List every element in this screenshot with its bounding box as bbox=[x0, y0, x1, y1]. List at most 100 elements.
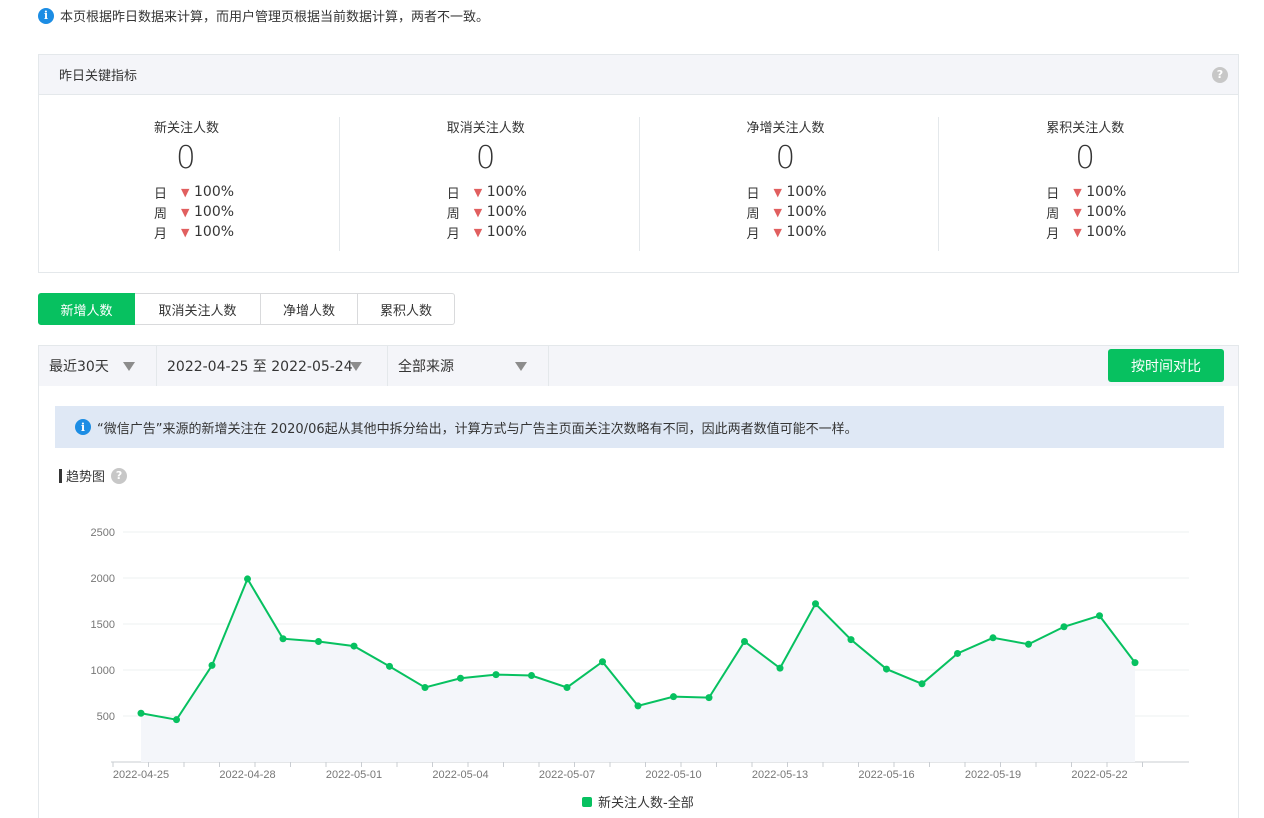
data-point bbox=[741, 637, 748, 645]
kpi-day-change: 100% bbox=[786, 184, 827, 200]
kpi-value: 0 bbox=[775, 140, 796, 176]
trend-section-title: 趋势图 ? bbox=[59, 466, 128, 485]
kpi-week-label: 周 bbox=[1046, 206, 1060, 222]
x-tick-label: 2022-05-04 bbox=[432, 769, 488, 781]
data-point bbox=[173, 716, 180, 724]
data-point bbox=[457, 674, 464, 682]
arrow-down-icon: ▼ bbox=[473, 185, 483, 199]
arrow-down-icon: ▼ bbox=[773, 185, 782, 199]
data-point bbox=[279, 635, 287, 643]
tab-net-growth[interactable]: 净增人数 bbox=[261, 293, 358, 325]
data-point bbox=[989, 634, 997, 642]
kpi-label: 累积关注人数 bbox=[1046, 121, 1125, 136]
kpi-month-label: 月 bbox=[154, 226, 168, 242]
trend-panel: 最近30天 2022-04-25 至 2022-05-24 全部来源 按时间对比… bbox=[38, 345, 1239, 818]
y-tick-label: 1500 bbox=[91, 619, 115, 631]
trend-title-text: 趋势图 bbox=[66, 470, 106, 485]
data-point bbox=[954, 649, 961, 657]
kpi-day-label: 日 bbox=[1046, 186, 1060, 202]
data-point bbox=[634, 702, 642, 710]
key-metrics-header: 昨日关键指标 ? bbox=[39, 55, 1238, 95]
help-icon[interactable]: ? bbox=[1212, 66, 1228, 83]
x-tick-label: 2022-05-01 bbox=[326, 769, 382, 781]
x-tick-label: 2022-05-22 bbox=[1071, 769, 1127, 781]
data-point bbox=[1096, 612, 1103, 620]
y-tick-label: 2500 bbox=[91, 527, 115, 539]
source-select[interactable]: 全部来源 bbox=[388, 346, 549, 386]
title-bar-marker bbox=[59, 468, 62, 483]
data-point bbox=[1060, 623, 1068, 631]
arrow-down-icon: ▼ bbox=[473, 225, 483, 239]
x-tick-label: 2022-04-28 bbox=[219, 769, 275, 781]
data-point bbox=[244, 575, 251, 583]
arrow-down-icon: ▼ bbox=[1073, 185, 1082, 199]
data-point bbox=[918, 680, 926, 688]
metric-tabs: 新增人数 取消关注人数 净增人数 累积人数 bbox=[38, 293, 455, 325]
y-tick-label: 1000 bbox=[91, 665, 115, 677]
kpi-value: 0 bbox=[176, 140, 196, 176]
data-point bbox=[386, 662, 393, 670]
tab-new-users[interactable]: 新增人数 bbox=[38, 293, 135, 325]
y-tick-label: 500 bbox=[97, 711, 115, 723]
data-point bbox=[883, 665, 890, 673]
key-metrics-title: 昨日关键指标 bbox=[59, 69, 138, 84]
x-tick-label: 2022-04-25 bbox=[113, 769, 169, 781]
x-tick-label: 2022-05-19 bbox=[965, 769, 1021, 781]
data-point bbox=[563, 683, 571, 691]
data-point bbox=[528, 672, 535, 680]
arrow-down-icon: ▼ bbox=[1073, 225, 1082, 239]
data-point bbox=[421, 683, 429, 691]
x-tick-label: 2022-05-13 bbox=[752, 769, 808, 781]
x-tick-label: 2022-05-07 bbox=[539, 769, 595, 781]
kpi-week-label: 周 bbox=[446, 206, 460, 222]
data-point bbox=[812, 600, 819, 608]
date-range-value: 2022-04-25 至 2022-05-24 bbox=[167, 359, 353, 375]
kpi-week-change: 100% bbox=[1086, 204, 1127, 220]
arrow-down-icon: ▼ bbox=[1073, 205, 1082, 219]
kpi-month-change: 100% bbox=[1086, 224, 1127, 240]
kpi-week-label: 周 bbox=[746, 206, 760, 222]
chart-legend[interactable]: 新关注人数-全部 bbox=[582, 792, 694, 811]
help-icon[interactable]: ? bbox=[111, 467, 128, 484]
kpi-row: 新关注人数 0 日 ▼ 100% 周 ▼ 100% 月 ▼ 100% 取消关注人数 0 日 ▼… bbox=[39, 95, 1238, 251]
kpi-card-unfollow: 取消关注人数 0 日 ▼ 100% 周 ▼ 100% 月 ▼ 100% bbox=[338, 117, 639, 251]
filter-bar: 最近30天 2022-04-25 至 2022-05-24 全部来源 按时间对比 bbox=[39, 346, 1238, 386]
data-point bbox=[599, 658, 606, 666]
kpi-day-change: 100% bbox=[194, 184, 235, 200]
compare-by-time-button[interactable]: 按时间对比 bbox=[1108, 349, 1224, 382]
source-select-value: 全部来源 bbox=[398, 359, 454, 375]
range-select[interactable]: 最近30天 bbox=[39, 346, 157, 386]
data-point bbox=[492, 671, 500, 679]
kpi-day-change: 100% bbox=[1086, 184, 1127, 200]
ad-source-notice: i “微信广告”来源的新增关注在 2020/06起从其他中拆分给出，计算方式与广… bbox=[55, 406, 1224, 448]
arrow-down-icon: ▼ bbox=[773, 205, 782, 219]
kpi-month-label: 月 bbox=[446, 226, 460, 242]
kpi-week-label: 周 bbox=[154, 206, 168, 222]
data-point bbox=[705, 694, 713, 702]
chevron-down-icon bbox=[123, 362, 135, 371]
data-point bbox=[1131, 659, 1139, 667]
x-tick-label: 2022-05-10 bbox=[645, 769, 701, 781]
tab-unfollow[interactable]: 取消关注人数 bbox=[135, 293, 261, 325]
kpi-month-label: 月 bbox=[1046, 226, 1060, 242]
kpi-week-change: 100% bbox=[194, 204, 235, 220]
kpi-month-change: 100% bbox=[194, 224, 235, 240]
tab-total[interactable]: 累积人数 bbox=[358, 293, 455, 325]
kpi-month-label: 月 bbox=[746, 226, 760, 242]
kpi-label: 新关注人数 bbox=[154, 121, 220, 136]
data-point bbox=[137, 709, 145, 717]
range-select-value: 最近30天 bbox=[49, 359, 109, 375]
kpi-month-change: 100% bbox=[486, 224, 527, 240]
arrow-down-icon: ▼ bbox=[181, 185, 190, 199]
kpi-value: 0 bbox=[1075, 140, 1095, 176]
kpi-day-label: 日 bbox=[154, 186, 168, 202]
data-point bbox=[847, 636, 855, 644]
date-range-picker[interactable]: 2022-04-25 至 2022-05-24 bbox=[157, 346, 388, 386]
kpi-label: 取消关注人数 bbox=[446, 121, 525, 136]
ad-source-notice-text: “微信广告”来源的新增关注在 2020/06起从其他中拆分给出，计算方式与广告主… bbox=[97, 421, 858, 437]
kpi-label: 净增关注人数 bbox=[746, 121, 825, 136]
arrow-down-icon: ▼ bbox=[181, 225, 190, 239]
top-notice: i 本页根据昨日数据来计算，而用户管理页根据当前数据计算，两者不一致。 bbox=[38, 6, 489, 25]
arrow-down-icon: ▼ bbox=[473, 205, 483, 219]
legend-swatch bbox=[582, 796, 592, 807]
